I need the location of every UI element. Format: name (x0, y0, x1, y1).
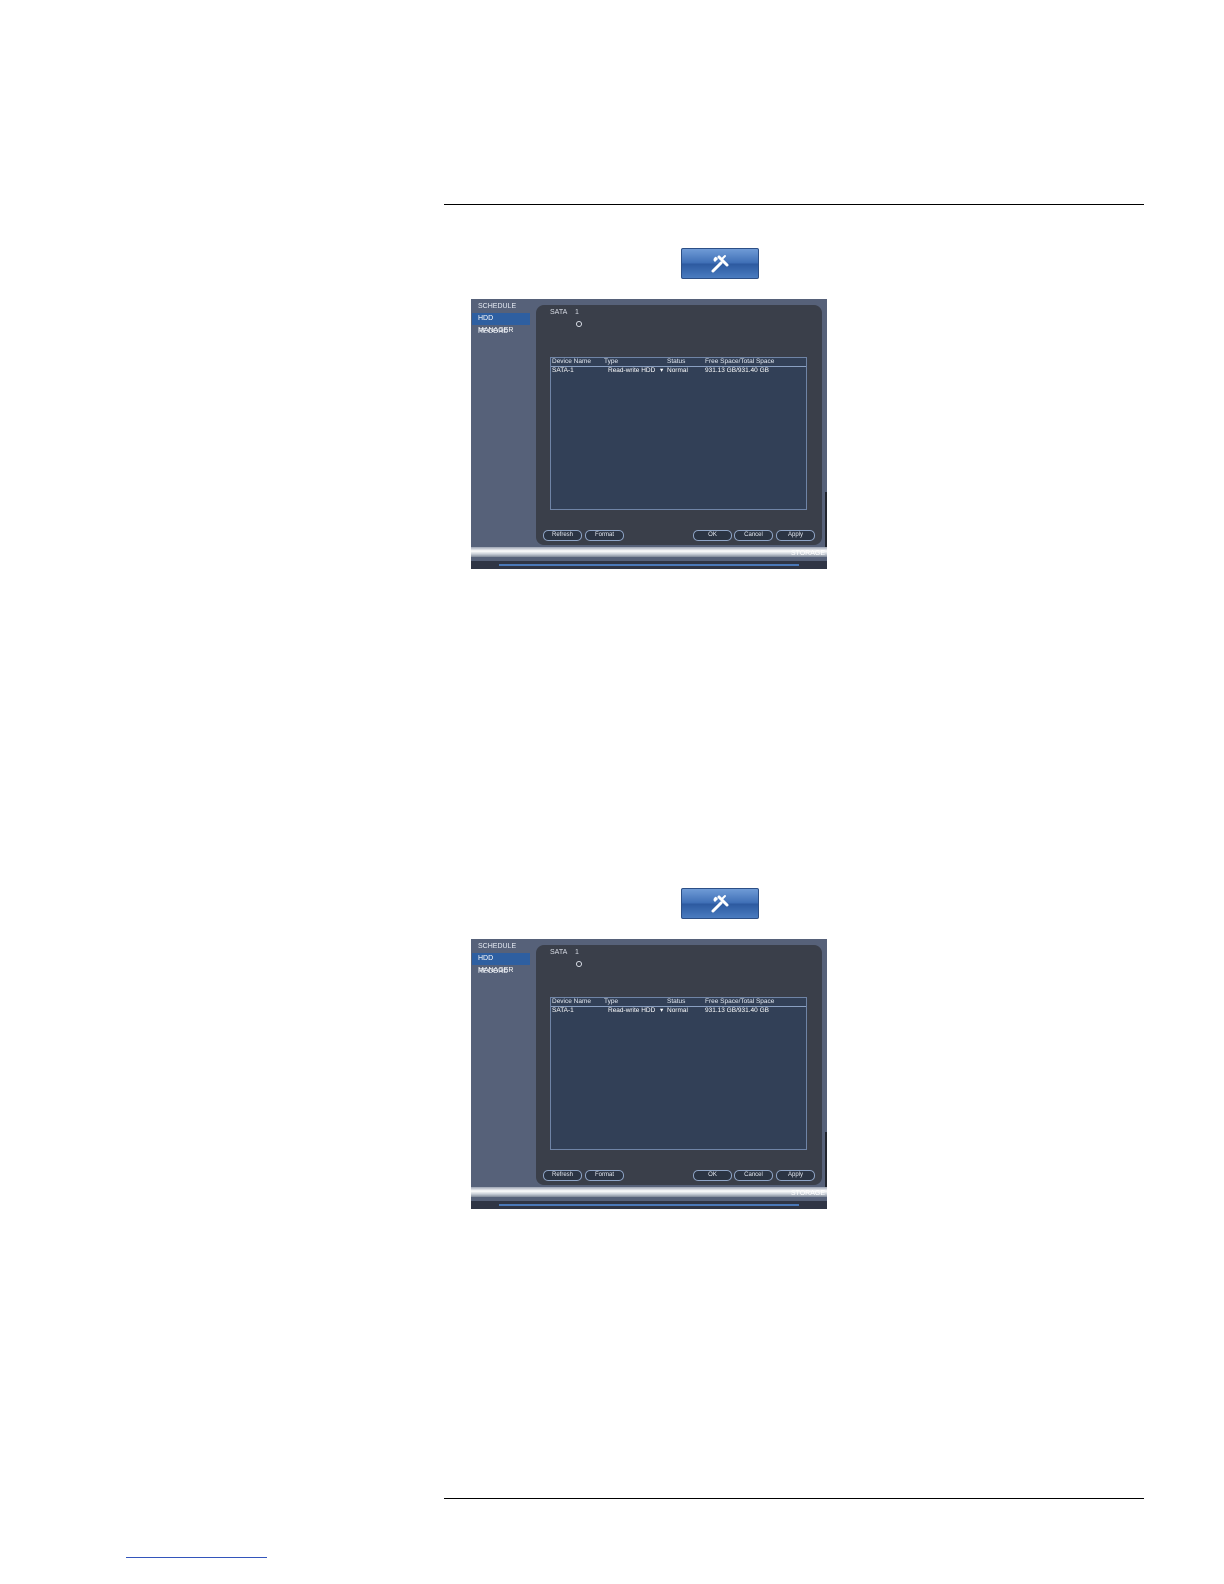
sidebar-menu: SCHEDULE HDD MANAGER RECORD (471, 299, 535, 549)
hdd-table: Device Name Type Status Free Space/Total… (550, 997, 807, 1150)
header-free-total-space: Free Space/Total Space (705, 358, 775, 365)
ok-button[interactable]: OK (693, 1170, 732, 1181)
format-button[interactable]: Format (585, 530, 624, 541)
right-edge (825, 492, 827, 547)
refresh-button[interactable]: Refresh (543, 1170, 582, 1181)
tools-icon (711, 894, 729, 912)
menu-item-schedule[interactable]: SCHEDULE (472, 941, 530, 953)
cancel-button[interactable]: Cancel (734, 530, 773, 541)
cell-type: Read-write HDD (608, 367, 656, 374)
table-row[interactable]: SATA-1 Read-write HDD ▾ Normal 931.13 GB… (551, 1007, 806, 1015)
cell-device-name: SATA-1 (552, 367, 574, 374)
table-header: Device Name Type Status Free Space/Total… (551, 998, 806, 1007)
sata-label: SATA (550, 309, 568, 316)
tools-button[interactable] (681, 888, 759, 919)
storage-title-bar (471, 1187, 827, 1197)
header-status: Status (667, 998, 686, 1005)
tools-icon (711, 254, 729, 272)
cell-status: Normal (667, 367, 688, 374)
bottom-strip (471, 1201, 827, 1209)
table-header: Device Name Type Status Free Space/Total… (551, 358, 806, 367)
menu-item-hdd-manager[interactable]: HDD MANAGER (472, 313, 530, 334)
chevron-down-icon[interactable]: ▾ (660, 367, 663, 375)
storage-screenshot-2: SCHEDULE HDD MANAGER RECORD SATA 1 Devic… (471, 939, 827, 1209)
cell-status: Normal (667, 1007, 688, 1014)
sata-radio[interactable] (576, 961, 582, 967)
bottom-rule (444, 1498, 1144, 1499)
sata-radio[interactable] (576, 321, 582, 327)
menu-item-record[interactable]: RECORD (472, 326, 530, 338)
header-free-total-space: Free Space/Total Space (705, 998, 775, 1005)
apply-button[interactable]: Apply (776, 530, 815, 541)
chevron-down-icon[interactable]: ▾ (660, 1007, 663, 1015)
menu-item-hdd-manager[interactable]: HDD MANAGER (472, 953, 530, 974)
table-row[interactable]: SATA-1 Read-write HDD ▾ Normal 931.13 GB… (551, 367, 806, 375)
sata-number: 1 (575, 949, 579, 956)
apply-button[interactable]: Apply (776, 1170, 815, 1181)
hdd-manager-panel: SATA 1 Device Name Type Status Free Spac… (536, 945, 822, 1185)
header-type: Type (604, 998, 619, 1005)
bottom-strip (471, 561, 827, 569)
header-status: Status (667, 358, 686, 365)
hdd-manager-panel: SATA 1 Device Name Type Status Free Spac… (536, 305, 822, 545)
storage-label: STORAGE (790, 1190, 825, 1197)
tools-button[interactable] (681, 248, 759, 279)
footer-link-underline[interactable] (126, 1557, 267, 1558)
hdd-table: Device Name Type Status Free Space/Total… (550, 357, 807, 510)
cell-device-name: SATA-1 (552, 1007, 574, 1014)
cell-free-total-space: 931.13 GB/931.40 GB (705, 367, 769, 374)
top-rule (444, 204, 1144, 205)
menu-item-record[interactable]: RECORD (472, 966, 530, 978)
header-device-name: Device Name (552, 998, 592, 1005)
cancel-button[interactable]: Cancel (734, 1170, 773, 1181)
storage-label: STORAGE (790, 550, 825, 557)
cell-type: Read-write HDD (608, 1007, 656, 1014)
refresh-button[interactable]: Refresh (543, 530, 582, 541)
sata-number: 1 (575, 309, 579, 316)
storage-title-bar (471, 547, 827, 557)
header-type: Type (604, 358, 619, 365)
menu-item-schedule[interactable]: SCHEDULE (472, 301, 530, 313)
format-button[interactable]: Format (585, 1170, 624, 1181)
storage-screenshot-1: SCHEDULE HDD MANAGER RECORD SATA 1 Devic… (471, 299, 827, 569)
sidebar-menu: SCHEDULE HDD MANAGER RECORD (471, 939, 535, 1189)
right-edge (825, 1132, 827, 1187)
ok-button[interactable]: OK (693, 530, 732, 541)
cell-free-total-space: 931.13 GB/931.40 GB (705, 1007, 769, 1014)
sata-label: SATA (550, 949, 568, 956)
header-device-name: Device Name (552, 358, 592, 365)
